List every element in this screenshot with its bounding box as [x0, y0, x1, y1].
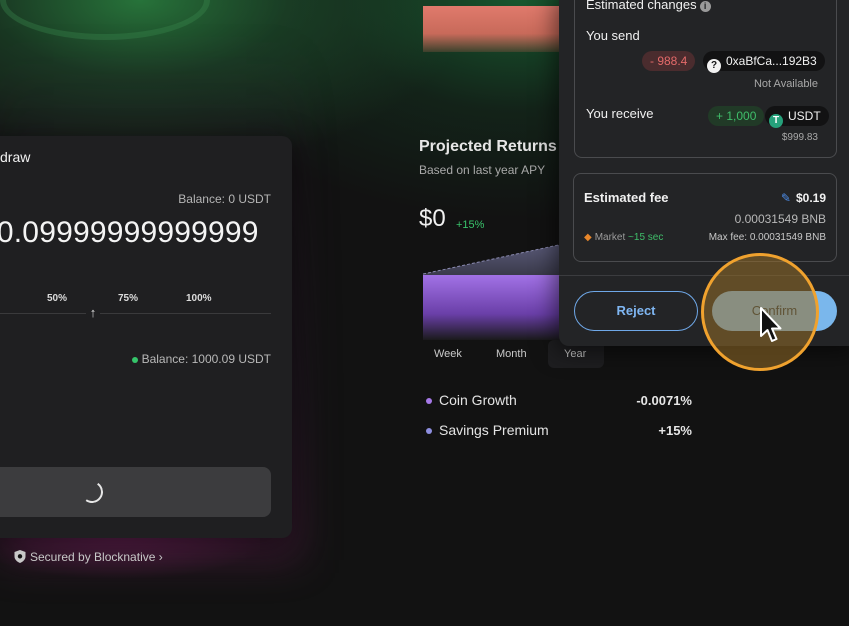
estimated-fee-title: Estimated fee — [584, 190, 669, 205]
secured-by-text: Secured by Blocknative › — [30, 550, 163, 564]
estimated-changes-title: Estimated changes i — [586, 0, 711, 12]
mouse-pointer-icon — [760, 307, 782, 342]
legend-dot-icon — [426, 428, 432, 435]
send-token-pill[interactable]: ? 0xaBfCa...192B3 — [703, 51, 825, 73]
send-token-address: 0xaBfCa...192B3 — [726, 54, 817, 68]
receive-fiat-value: $999.83 — [781, 132, 818, 143]
estimated-changes-box: Estimated changes i You send - 988.4 ? 0xa… — [574, 0, 837, 158]
projected-returns-subtitle: Based on last year APY — [419, 163, 546, 177]
chart-bar-top — [423, 6, 563, 52]
legend-value: +15% — [658, 423, 692, 438]
secured-by-link[interactable]: Secured by Blocknative › — [14, 550, 163, 564]
withdraw-submit-button[interactable] — [0, 467, 271, 517]
send-fiat-value: Not Available — [753, 78, 818, 90]
fee-usd-value: $0.19 — [795, 191, 826, 205]
edit-pencil-icon[interactable]: ✎ — [781, 191, 791, 205]
percent-slider-track[interactable] — [0, 313, 271, 314]
withdraw-amount-input[interactable]: 00.09999999999999 — [0, 216, 271, 256]
percent-75-button[interactable]: 75% — [118, 293, 138, 304]
wallet-balance: Balance: 1000.09 USDT — [131, 352, 271, 366]
unknown-token-icon: ? — [707, 59, 721, 73]
withdraw-title: draw — [0, 149, 31, 165]
market-label: Market — [594, 232, 626, 243]
estimated-fee-box: Estimated fee ✎ $0.19 0.00031549 BNB ◆ Mar… — [573, 173, 837, 262]
usdt-token-icon: T — [769, 114, 783, 128]
estimated-changes-text: Estimated changes — [586, 0, 697, 12]
loading-spinner-icon — [79, 479, 105, 505]
market-time: ~15 sec — [628, 232, 664, 243]
fee-bnb-value: 0.00031549 BNB — [734, 212, 826, 226]
tab-year[interactable]: Year — [564, 348, 586, 360]
legend-savings-premium: Savings Premium — [426, 422, 549, 438]
you-send-label: You send — [586, 28, 640, 43]
receive-amount-badge: + 1,000 — [708, 106, 765, 126]
percent-50-button[interactable]: 50% — [47, 293, 67, 304]
send-amount-badge: - 988.4 — [642, 51, 696, 71]
tab-month[interactable]: Month — [496, 348, 527, 360]
legend-value: -0.0071% — [636, 393, 692, 408]
projected-value: $0 — [419, 205, 446, 232]
withdraw-card: draw Balance: 0 USDT 00.09999999999999 5… — [0, 136, 292, 538]
withdraw-balance: Balance: 0 USDT — [178, 192, 271, 206]
percent-100-button[interactable]: 100% — [186, 293, 212, 304]
legend-coin-growth: Coin Growth — [426, 392, 517, 408]
metamask-fox-icon: ◆ — [584, 232, 592, 243]
legend-label: Savings Premium — [439, 422, 549, 438]
info-icon[interactable]: i — [699, 1, 711, 12]
projected-returns-title: Projected Returns — [419, 138, 557, 155]
status-dot-icon — [131, 356, 138, 363]
fee-market-speed: ◆ Market ~15 sec — [584, 232, 663, 243]
receive-token-pill[interactable]: T USDT — [765, 106, 829, 128]
fee-usd[interactable]: ✎ $0.19 — [781, 191, 826, 205]
fee-max: Max fee: 0.00031549 BNB — [708, 232, 826, 243]
you-receive-label: You receive — [586, 106, 654, 121]
reject-button[interactable]: Reject — [574, 291, 698, 331]
legend-dot-icon — [426, 398, 432, 405]
returns-chart — [423, 243, 563, 340]
wallet-balance-text: Balance: 1000.09 USDT — [141, 352, 271, 366]
tab-week[interactable]: Week — [434, 348, 462, 360]
receive-token-symbol: USDT — [788, 109, 821, 123]
shield-icon — [14, 550, 26, 563]
legend-label: Coin Growth — [439, 392, 517, 408]
slider-handle-arrow-icon[interactable]: ↑ — [86, 305, 100, 321]
